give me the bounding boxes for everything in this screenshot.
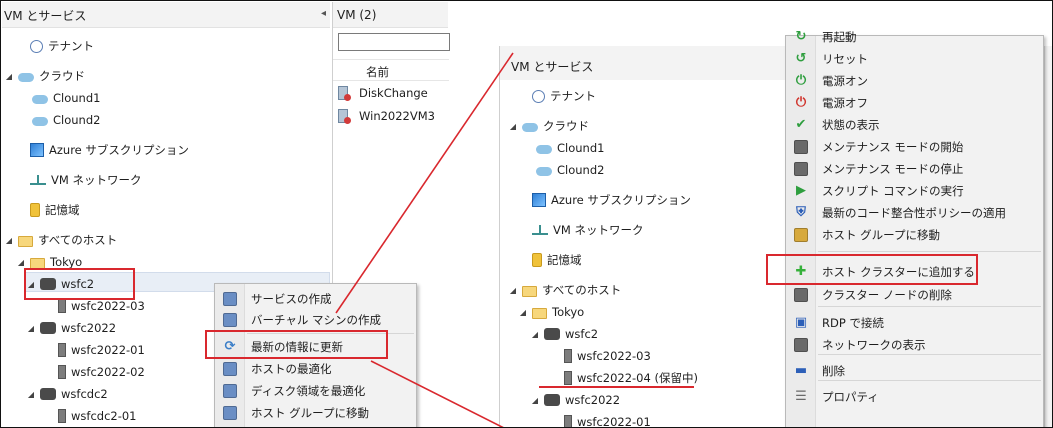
composite-screenshot: VM とサービス ◂ テナント ◢ クラウド Clound1 Clound2 Azure … bbox=[0, 0, 1053, 428]
annotation-connectors bbox=[335, 52, 514, 427]
connector-line-top bbox=[335, 52, 514, 314]
connector-line-bottom bbox=[370, 360, 504, 427]
